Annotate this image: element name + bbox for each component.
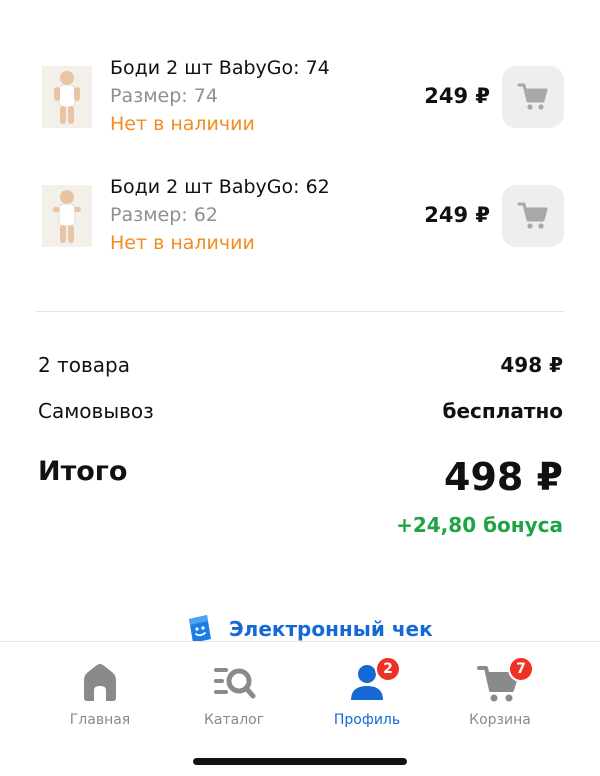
section-divider [36, 311, 564, 312]
tab-profile[interactable]: 2 Профиль [312, 656, 422, 730]
tab-home[interactable]: Главная [45, 660, 155, 730]
items-count-label: 2 товара [38, 353, 130, 377]
bonus-amount: +24,80 бонуса [396, 513, 563, 537]
home-indicator[interactable] [193, 758, 407, 765]
product-title[interactable]: Боди 2 шт BabyGo: 62 [110, 176, 330, 198]
cart-item[interactable]: Боди 2 шт BabyGo: 62 Размер: 62 Нет в на… [0, 159, 600, 279]
stock-status: Нет в наличии [110, 113, 255, 135]
electronic-receipt-label[interactable]: Электронный чек [229, 617, 433, 641]
product-image[interactable] [42, 185, 92, 247]
items-sum-value: 498 ₽ [500, 353, 563, 377]
delivery-value: бесплатно [442, 399, 564, 423]
tab-cart-label: Корзина [469, 712, 531, 728]
product-size: Размер: 62 [110, 204, 218, 226]
cart-badge: 7 [508, 656, 534, 682]
tab-cart[interactable]: 7 Корзина [445, 656, 555, 730]
product-image[interactable] [42, 66, 92, 128]
add-to-cart-button[interactable] [502, 66, 564, 128]
profile-badge: 2 [375, 656, 401, 682]
cart-item[interactable]: Боди 2 шт BabyGo: 74 Размер: 74 Нет в на… [0, 40, 600, 160]
cart-icon [517, 83, 548, 110]
product-size: Размер: 74 [110, 85, 218, 107]
catalog-search-icon [214, 668, 256, 699]
product-title[interactable]: Боди 2 шт BabyGo: 74 [110, 57, 330, 79]
stock-status: Нет в наличии [110, 232, 255, 254]
bottom-tab-bar: Главная Каталог 2 Профиль 7 Корзина [0, 641, 600, 776]
tab-home-label: Главная [69, 712, 131, 728]
tab-catalog[interactable]: Каталог [179, 660, 289, 730]
tab-profile-label: Профиль [333, 712, 401, 728]
product-price: 249 ₽ [424, 203, 490, 227]
product-price: 249 ₽ [424, 84, 490, 108]
total-value: 498 ₽ [444, 455, 563, 499]
delivery-label: Самовывоз [38, 399, 154, 423]
cart-icon [517, 202, 548, 229]
add-to-cart-button[interactable] [502, 185, 564, 247]
home-icon [84, 664, 116, 701]
total-label: Итого [38, 456, 128, 487]
tab-catalog-label: Каталог [203, 712, 265, 728]
